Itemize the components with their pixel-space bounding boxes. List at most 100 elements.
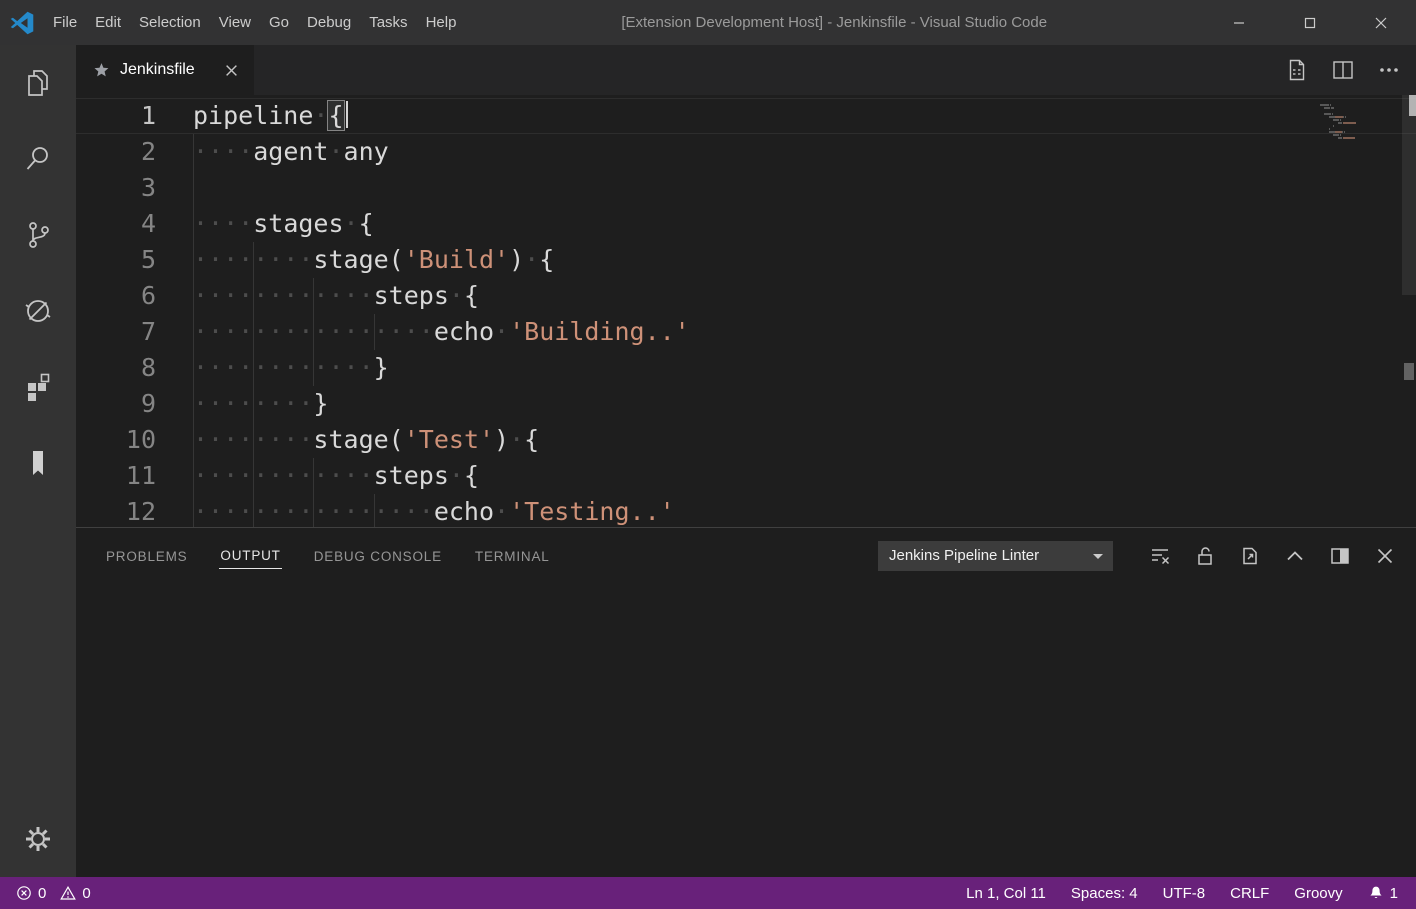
editor-actions: [1286, 45, 1416, 95]
status-utf-8[interactable]: UTF-8: [1163, 885, 1206, 902]
whitespace-dots: ············: [193, 461, 374, 490]
notifications-bell[interactable]: 1: [1368, 885, 1398, 902]
indent-guide: [374, 314, 375, 350]
activity-item-search[interactable]: [0, 121, 76, 197]
line-number: 3: [76, 170, 156, 206]
bookmark-icon: [22, 447, 54, 479]
minimize-icon: [1233, 17, 1245, 29]
menu-edit[interactable]: Edit: [86, 0, 130, 45]
maximize-panel-button[interactable]: [1284, 545, 1306, 567]
code-line-3[interactable]: 3: [76, 170, 1416, 206]
files-icon: [22, 67, 54, 99]
output-content[interactable]: [76, 583, 1416, 877]
code-line-7[interactable]: 7················echo·'Building..': [76, 314, 1416, 350]
output-channel-dropdown[interactable]: Jenkins Pipeline Linter: [878, 541, 1113, 571]
code-token: 'Testing..': [509, 497, 675, 526]
main-area: Jenkinsfile: [0, 45, 1416, 877]
panel-layout-button[interactable]: [1329, 545, 1351, 567]
code-token: {: [464, 461, 479, 490]
ellipsis-icon: [1378, 59, 1400, 81]
code-line-10[interactable]: 10········stage('Test')·{: [76, 422, 1416, 458]
whitespace-dots: ·: [494, 497, 509, 526]
minimap[interactable]: [1320, 95, 1402, 139]
menu-help[interactable]: Help: [417, 0, 466, 45]
code-line-12[interactable]: 12················echo·'Testing..': [76, 494, 1416, 527]
code-line-2[interactable]: 2····agent·any: [76, 134, 1416, 170]
unlock-icon: [1194, 545, 1216, 567]
status-spaces-4[interactable]: Spaces: 4: [1071, 885, 1138, 902]
whitespace-dots: ·: [344, 209, 359, 238]
panel-tab-terminal[interactable]: TERMINAL: [474, 543, 551, 569]
menu-tasks[interactable]: Tasks: [360, 0, 416, 45]
indent-guide: [253, 242, 254, 278]
code-line-5[interactable]: 5········stage('Build')·{: [76, 242, 1416, 278]
menu-debug[interactable]: Debug: [298, 0, 360, 45]
gear-icon: [22, 823, 54, 855]
code-token: 'Building..': [509, 317, 690, 346]
code-token: }: [374, 353, 389, 382]
code-token: {: [539, 245, 554, 274]
activity-item-bookmarks[interactable]: [0, 425, 76, 501]
panel: PROBLEMS OUTPUT DEBUG CONSOLE TERMINAL Jenk…: [76, 527, 1416, 877]
code-token: steps: [374, 461, 449, 490]
code-token: pipeline: [193, 101, 313, 130]
scrollbar-thumb[interactable]: [1402, 95, 1416, 295]
activity-item-source-control[interactable]: [0, 197, 76, 273]
line-number: 12: [76, 494, 156, 527]
close-panel-button[interactable]: [1374, 545, 1396, 567]
indent-guide: [193, 134, 194, 170]
menu-go[interactable]: Go: [260, 0, 298, 45]
error-count-value: 0: [38, 885, 46, 902]
code-line-9[interactable]: 9········}: [76, 386, 1416, 422]
status-bar: 0 0 Ln 1, Col 11 Spaces: 4 UTF-8 CRLF Groovy…: [0, 877, 1416, 909]
status-groovy[interactable]: Groovy: [1294, 885, 1342, 902]
status-right-items: Ln 1, Col 11 Spaces: 4 UTF-8 CRLF Groovy: [966, 885, 1343, 902]
whitespace-dots: ·: [449, 281, 464, 310]
split-editor-icon: [1332, 59, 1354, 81]
warning-count[interactable]: 0: [60, 885, 90, 902]
code-line-1[interactable]: 1pipeline·{: [76, 98, 1416, 134]
binary-document-button[interactable]: [1286, 59, 1308, 81]
clear-output-button[interactable]: [1149, 545, 1171, 567]
settings-button[interactable]: [0, 801, 76, 877]
tab-jenkinsfile[interactable]: Jenkinsfile: [76, 45, 254, 95]
indent-guide: [253, 350, 254, 386]
menu-view[interactable]: View: [210, 0, 260, 45]
more-actions-button[interactable]: [1378, 59, 1400, 81]
maximize-button[interactable]: [1274, 0, 1345, 45]
panel-tab-debug-console[interactable]: DEBUG CONSOLE: [313, 543, 443, 569]
code-token: }: [313, 389, 328, 418]
menu-file[interactable]: File: [44, 0, 86, 45]
problems-status[interactable]: 0 0: [16, 885, 91, 902]
indent-guide: [193, 422, 194, 458]
close-window-button[interactable]: [1345, 0, 1416, 45]
activity-item-debug[interactable]: [0, 273, 76, 349]
activity-item-explorer[interactable]: [0, 45, 76, 121]
code-line-11[interactable]: 11············steps·{: [76, 458, 1416, 494]
menu-selection[interactable]: Selection: [130, 0, 210, 45]
indent-guide: [253, 278, 254, 314]
overview-ruler-marker: [1404, 363, 1414, 380]
activity-item-extensions[interactable]: [0, 349, 76, 425]
indent-guide: [253, 494, 254, 527]
line-content: ············steps·{: [193, 458, 479, 494]
code-line-4[interactable]: 4····stages·{: [76, 206, 1416, 242]
minimize-button[interactable]: [1203, 0, 1274, 45]
editor-scrollbar[interactable]: [1402, 95, 1416, 527]
split-editor-button[interactable]: [1332, 59, 1354, 81]
code-line-6[interactable]: 6············steps·{: [76, 278, 1416, 314]
code-line-8[interactable]: 8············}: [76, 350, 1416, 386]
lock-scroll-button[interactable]: [1194, 545, 1216, 567]
tab-close-button[interactable]: [221, 60, 242, 81]
code-token: stage(: [313, 245, 403, 274]
status-ln-1-col-11[interactable]: Ln 1, Col 11: [966, 885, 1046, 902]
code-area[interactable]: 1pipeline·{2····agent·any34····stages·{5…: [76, 95, 1416, 527]
code-token: stages: [253, 209, 343, 238]
status-crlf[interactable]: CRLF: [1230, 885, 1269, 902]
open-log-button[interactable]: [1239, 545, 1261, 567]
panel-tab-problems[interactable]: PROBLEMS: [105, 543, 188, 569]
error-count[interactable]: 0: [16, 885, 46, 902]
title-bar: FileEditSelectionViewGoDebugTasksHelp [E…: [0, 0, 1416, 45]
panel-tab-output[interactable]: OUTPUT: [219, 542, 281, 569]
warning-icon: [60, 885, 76, 901]
